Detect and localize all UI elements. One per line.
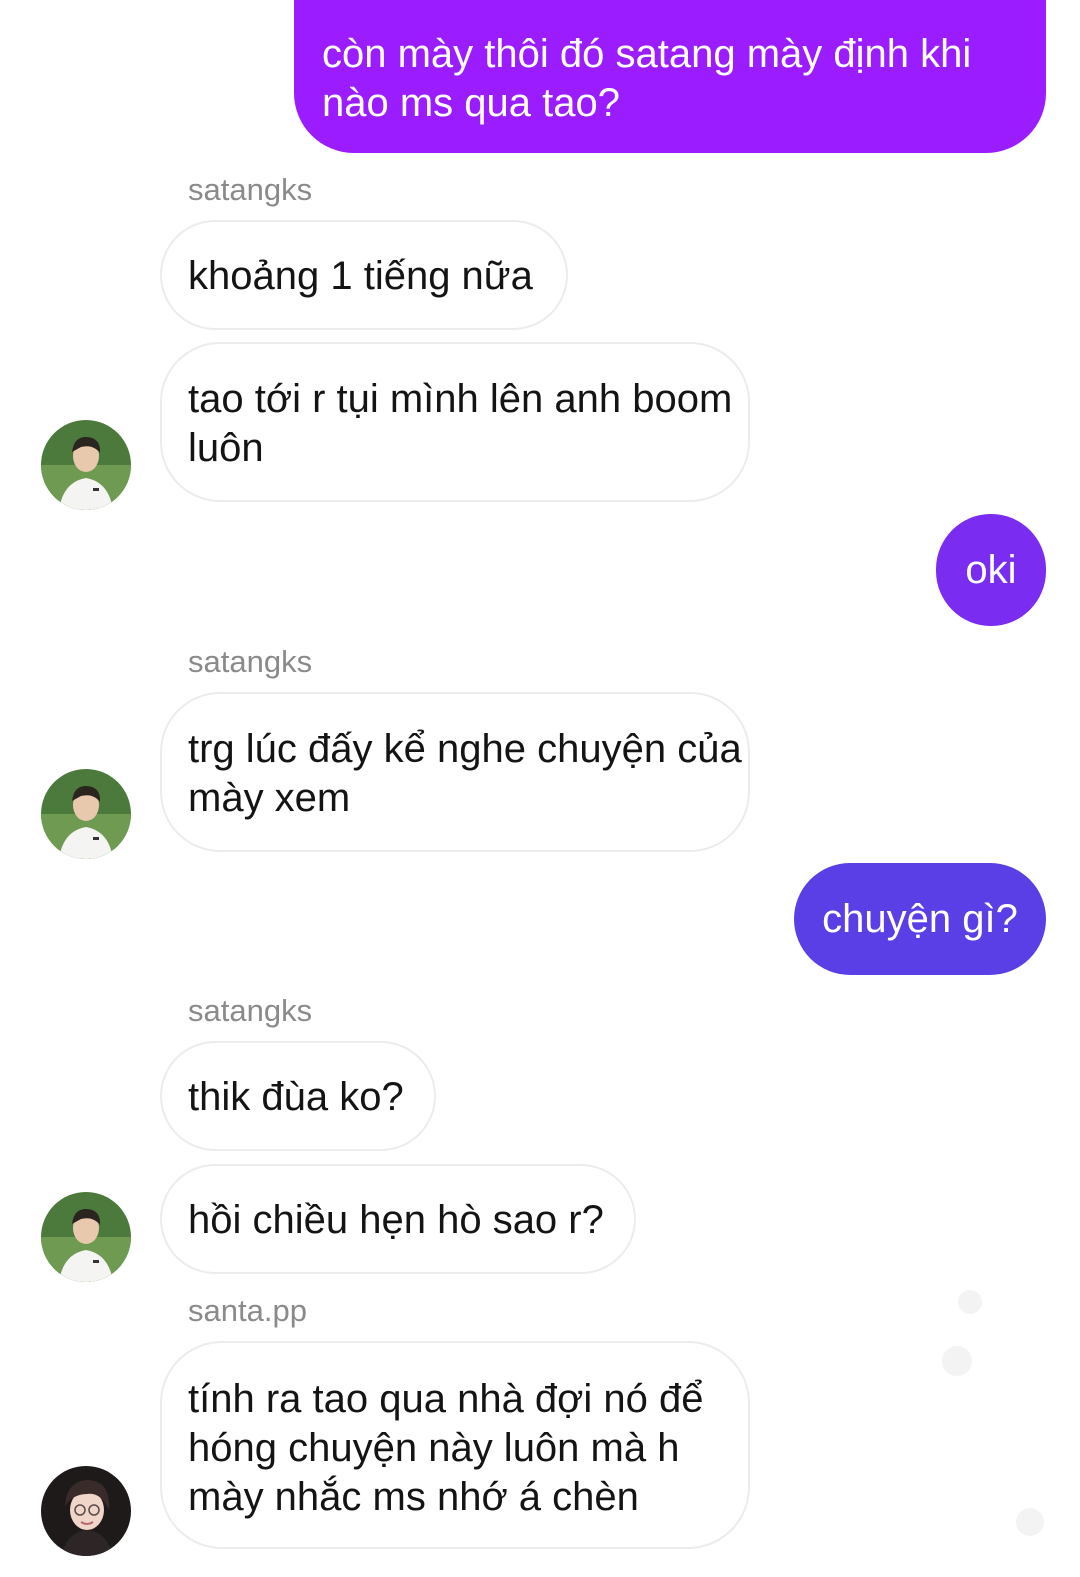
sender-name: satangks [188,644,313,679]
avatar-santa-pp[interactable] [41,1466,131,1556]
avatar-santa-pp-icon [41,1466,131,1556]
sent-message-bubble[interactable]: chuyện gì? [794,863,1046,975]
avatar-satangks-icon [41,1192,131,1282]
received-message-text: tao tới r tụi mình lên anh boom luôn [188,377,733,470]
received-message-bubble[interactable]: trg lúc đấy kể nghe chuyện của mày xem [160,692,750,852]
received-message-text: thik đùa ko? [188,1075,404,1119]
avatar-satangks[interactable] [41,420,131,510]
avatar-satangks-icon [41,769,131,859]
received-message-text: trg lúc đấy kể nghe chuyện của mày xem [188,727,742,820]
received-message-text: tính ra tao qua nhà đợi nó để hóng chuyệ… [188,1377,704,1519]
avatar-satangks[interactable] [41,1192,131,1282]
received-message-text: khoảng 1 tiếng nữa [188,254,533,298]
received-message-text: hồi chiều hẹn hò sao r? [188,1198,604,1242]
received-message-bubble[interactable]: tính ra tao qua nhà đợi nó để hóng chuyệ… [160,1341,750,1549]
sent-message-text: oki [965,548,1017,592]
background-dot [958,1290,982,1314]
sender-name: santa.pp [188,1293,307,1328]
background-dot [942,1346,972,1376]
sender-name: satangks [188,993,313,1028]
received-message-bubble[interactable]: hồi chiều hẹn hò sao r? [160,1164,636,1274]
sender-name: satangks [188,172,313,207]
sent-message-bubble[interactable]: oki [936,514,1046,626]
avatar-satangks[interactable] [41,769,131,859]
avatar-satangks-icon [41,420,131,510]
sent-message-bubble[interactable]: còn mày thôi đó satang mày định khi nào … [294,0,1046,153]
received-message-bubble[interactable]: tao tới r tụi mình lên anh boom luôn [160,342,750,502]
sent-message-text: chuyện gì? [822,897,1018,941]
background-dot [1016,1508,1044,1536]
received-message-bubble[interactable]: khoảng 1 tiếng nữa [160,220,568,330]
received-message-bubble[interactable]: thik đùa ko? [160,1041,436,1151]
sent-message-text: còn mày thôi đó satang mày định khi nào … [322,32,972,125]
